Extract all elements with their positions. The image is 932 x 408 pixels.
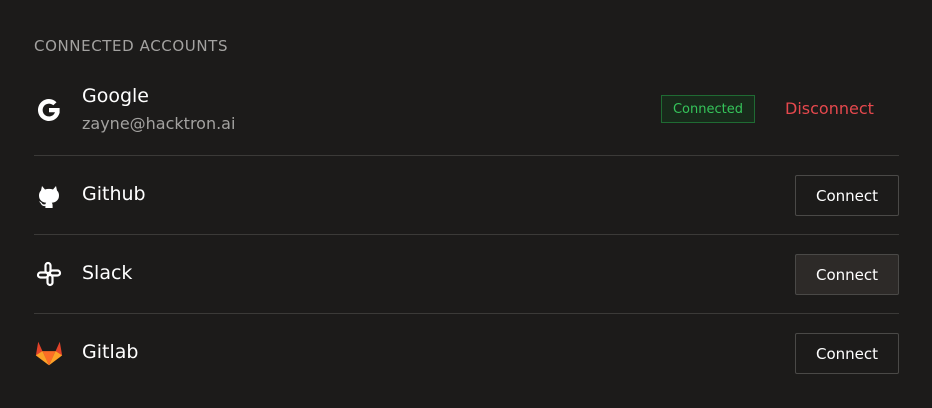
account-row-github: Github Connect [34, 156, 899, 235]
account-row-gitlab: Gitlab Connect [34, 314, 899, 392]
accounts-list: Google zayne@hacktron.ai Connected Disco… [34, 76, 899, 392]
account-row-google: Google zayne@hacktron.ai Connected Disco… [34, 76, 899, 156]
connected-accounts-panel: CONNECTED ACCOUNTS Google zayne@hacktron… [0, 0, 932, 408]
connect-gitlab-button[interactable]: Connect [795, 333, 899, 374]
account-name: Github [82, 183, 146, 205]
gitlab-icon [34, 338, 64, 368]
connected-status-badge: Connected [661, 95, 755, 123]
connect-github-button[interactable]: Connect [795, 175, 899, 216]
connect-slack-button[interactable]: Connect [795, 254, 899, 295]
account-email: zayne@hacktron.ai [82, 114, 236, 133]
account-name: Gitlab [82, 341, 139, 363]
slack-icon [34, 259, 64, 289]
github-icon [34, 180, 64, 210]
google-icon [34, 95, 64, 125]
section-title: CONNECTED ACCOUNTS [34, 37, 229, 55]
account-name: Slack [82, 262, 133, 284]
account-name: Google [82, 85, 150, 107]
disconnect-button[interactable]: Disconnect [785, 99, 874, 118]
account-row-slack: Slack Connect [34, 235, 899, 314]
